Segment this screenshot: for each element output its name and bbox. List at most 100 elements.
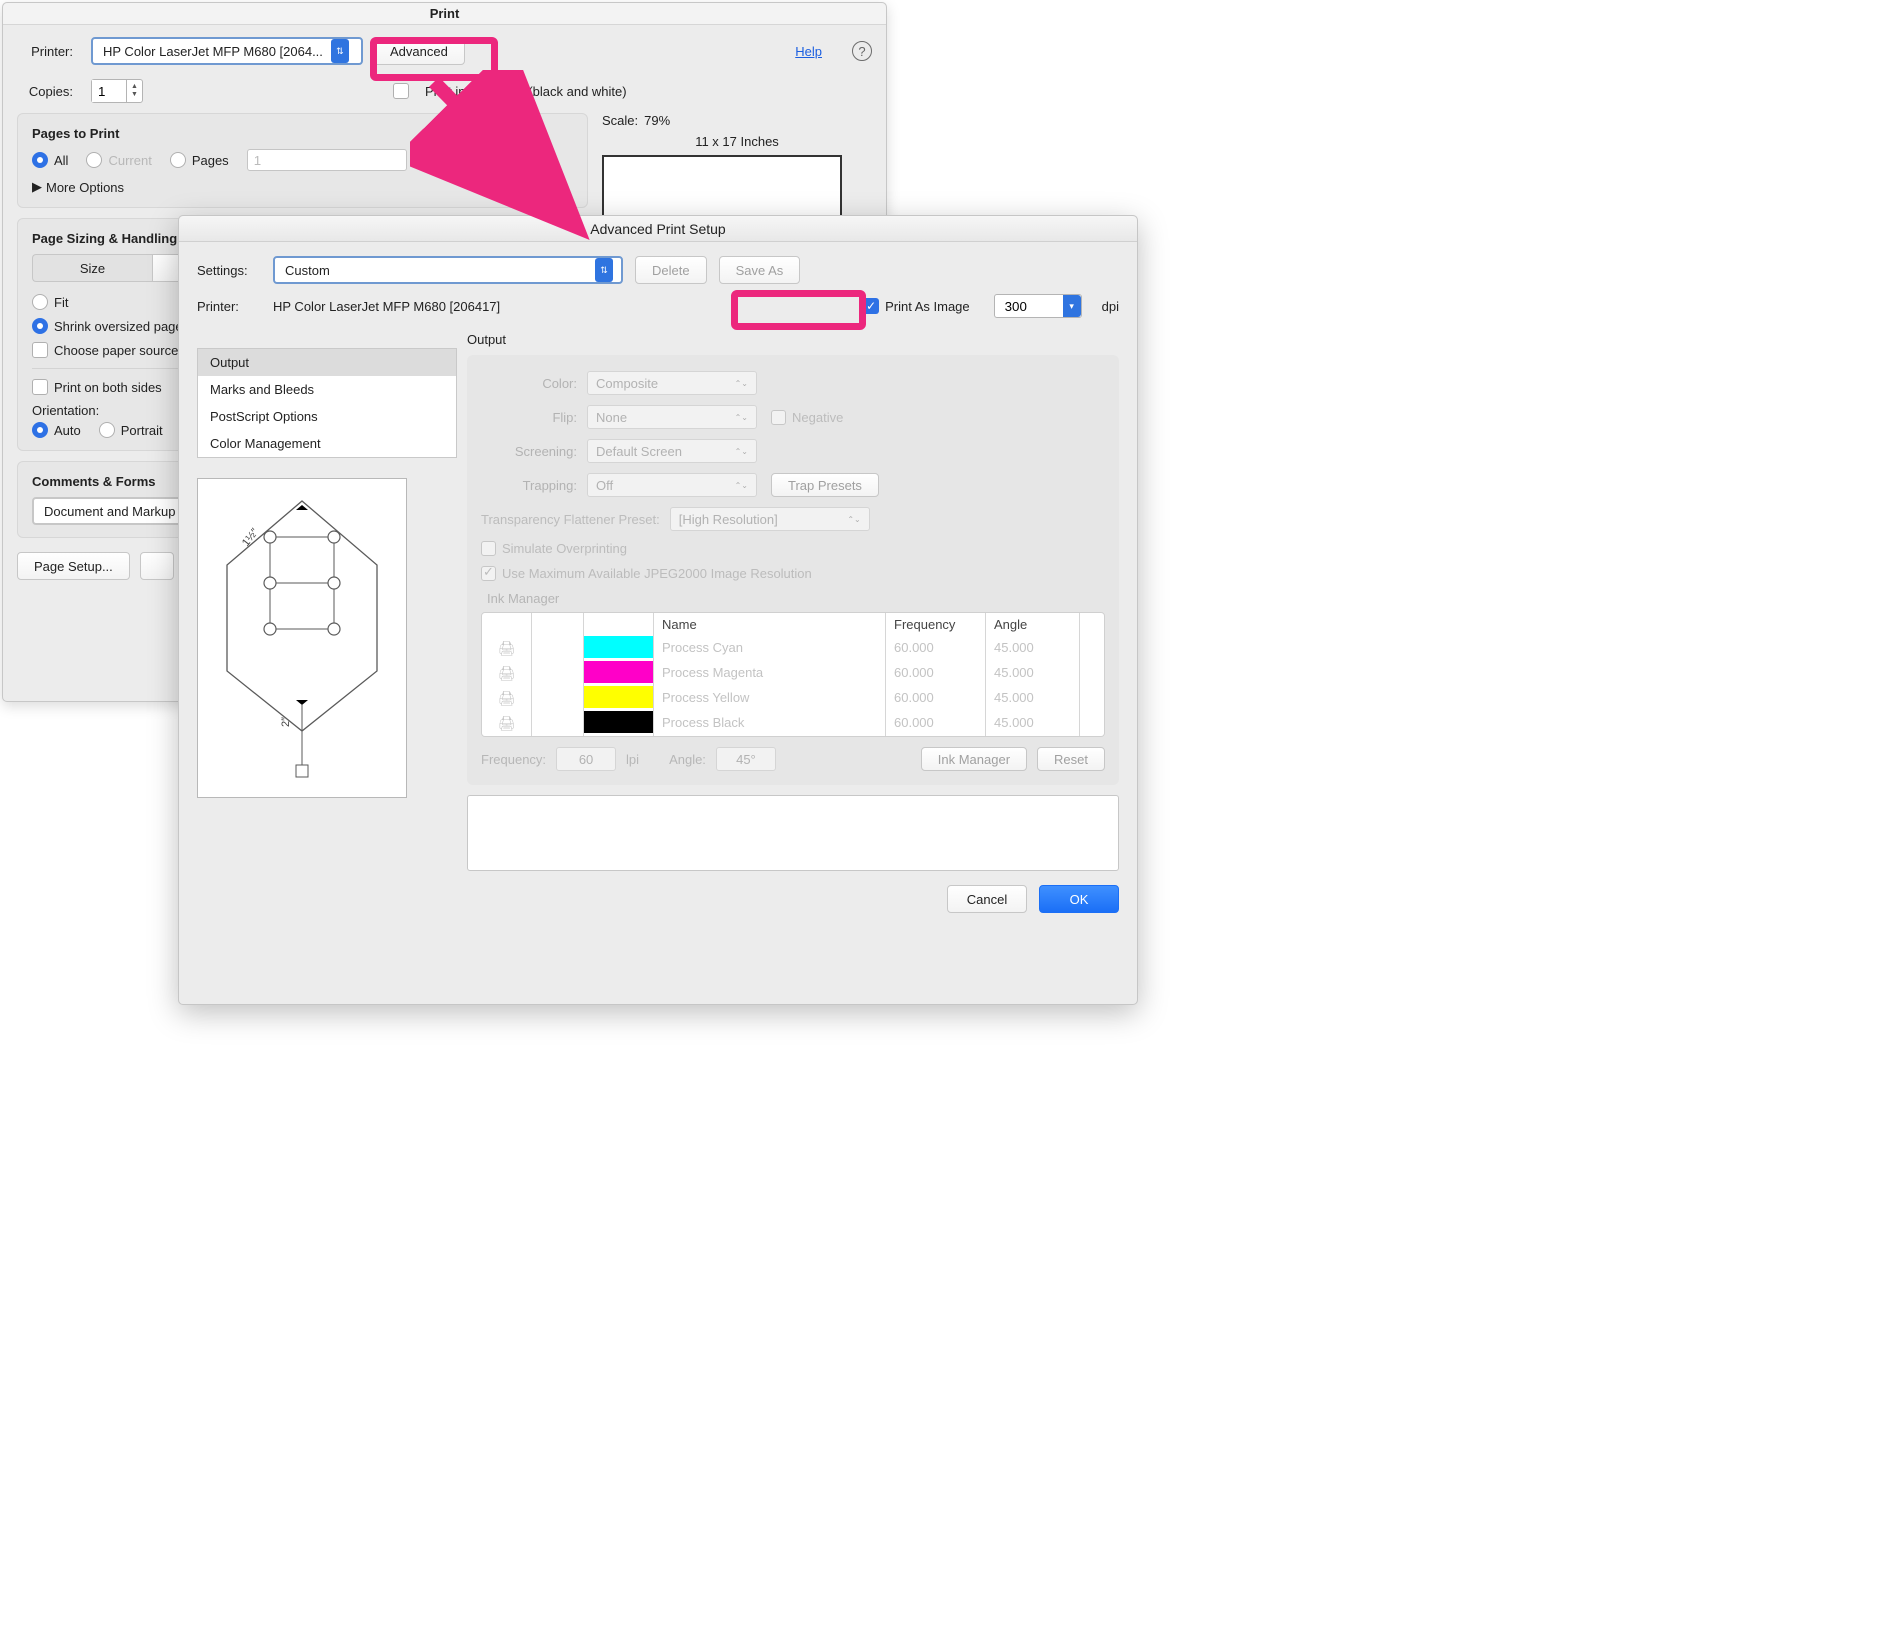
lpi-label: lpi bbox=[626, 752, 639, 767]
dpi-select[interactable]: ▾ bbox=[994, 294, 1082, 318]
ink-name: Process Magenta bbox=[654, 661, 886, 686]
disclosure-icon[interactable]: ▶ bbox=[32, 179, 42, 195]
reset-button[interactable]: Reset bbox=[1037, 747, 1105, 771]
cancel-button[interactable]: Cancel bbox=[947, 885, 1027, 913]
ink-angle: 45.000 bbox=[986, 686, 1080, 711]
adv-printer-label: Printer: bbox=[197, 299, 261, 314]
tfp-select[interactable]: [High Resolution]⌃⌄ bbox=[670, 507, 870, 531]
adv-printer-value: HP Color LaserJet MFP M680 [206417] bbox=[273, 299, 500, 314]
print-as-image-label: Print As Image bbox=[885, 299, 970, 314]
screening-label: Screening: bbox=[481, 444, 577, 459]
comments-select[interactable]: Document and Markup bbox=[32, 497, 202, 525]
sidebar-item[interactable]: PostScript Options bbox=[198, 403, 456, 430]
annotation-arrow bbox=[410, 70, 610, 250]
copies-stepper[interactable]: ▲▼ bbox=[91, 79, 143, 103]
foot-angle-input[interactable]: 45° bbox=[716, 747, 776, 771]
output-title: Output bbox=[467, 332, 1119, 347]
svg-text:2″: 2″ bbox=[280, 717, 292, 727]
tfp-label: Transparency Flattener Preset: bbox=[481, 512, 660, 527]
negative-label: Negative bbox=[792, 410, 843, 425]
more-options[interactable]: More Options bbox=[46, 180, 124, 195]
printer-label: Printer: bbox=[17, 44, 73, 59]
chevron-down-icon: ▾ bbox=[1063, 295, 1081, 317]
advanced-title: Advanced Print Setup bbox=[179, 216, 1137, 242]
scale-value: 79% bbox=[644, 113, 670, 128]
color-label: Color: bbox=[481, 376, 577, 391]
category-list: OutputMarks and BleedsPostScript Options… bbox=[197, 348, 457, 458]
extra-button[interactable] bbox=[140, 552, 174, 580]
help-link[interactable]: Help bbox=[795, 44, 822, 59]
sidebar-item[interactable]: Marks and Bleeds bbox=[198, 376, 456, 403]
advanced-button[interactable]: Advanced bbox=[373, 37, 465, 65]
svg-text:1½″: 1½″ bbox=[240, 526, 261, 549]
color-select[interactable]: Composite⌃⌄ bbox=[587, 371, 757, 395]
page-setup-button[interactable]: Page Setup... bbox=[17, 552, 130, 580]
ok-button[interactable]: OK bbox=[1039, 885, 1119, 913]
sidebar-item[interactable]: Color Management bbox=[198, 430, 456, 457]
radio-auto[interactable] bbox=[32, 422, 48, 438]
radio-fit[interactable] bbox=[32, 294, 48, 310]
ink-name: Process Black bbox=[654, 711, 886, 736]
trap-presets-button[interactable]: Trap Presets bbox=[771, 473, 879, 497]
th-name: Name bbox=[654, 613, 886, 636]
print-title: Print bbox=[3, 3, 886, 25]
flip-select[interactable]: None⌃⌄ bbox=[587, 405, 757, 429]
flip-label: Flip: bbox=[481, 410, 577, 425]
pages-input[interactable] bbox=[247, 149, 407, 171]
foot-freq-input[interactable]: 60 bbox=[556, 747, 616, 771]
settings-select[interactable]: Custom ⇅ bbox=[273, 256, 623, 284]
print-as-image-checkbox[interactable]: ✓ bbox=[863, 298, 879, 314]
ink-row[interactable]: 🖨 Process Magenta60.00045.000 bbox=[482, 661, 1104, 686]
ink-table: Name Frequency Angle 🖨Process Cyan60.000… bbox=[481, 612, 1105, 737]
description-box bbox=[467, 795, 1119, 871]
paper-size: 11 x 17 Inches bbox=[602, 134, 872, 149]
ink-row[interactable]: 🖨 Process Black60.00045.000 bbox=[482, 711, 1104, 736]
ink-angle: 45.000 bbox=[986, 636, 1080, 661]
print-as-image-row: ✓ Print As Image bbox=[863, 298, 970, 314]
settings-label: Settings: bbox=[197, 263, 261, 278]
choose-source-checkbox[interactable] bbox=[32, 342, 48, 358]
overprint-checkbox[interactable] bbox=[481, 541, 496, 556]
th-angle: Angle bbox=[986, 613, 1080, 636]
ink-row[interactable]: 🖨Process Yellow60.00045.000 bbox=[482, 686, 1104, 711]
advanced-dialog: Advanced Print Setup Settings: Custom ⇅ … bbox=[178, 215, 1138, 1005]
ink-row[interactable]: 🖨Process Cyan60.00045.000 bbox=[482, 636, 1104, 661]
output-panel: Color: Composite⌃⌄ Flip: None⌃⌄ Negative… bbox=[467, 355, 1119, 785]
dpi-label: dpi bbox=[1102, 299, 1119, 314]
trapping-select[interactable]: Off⌃⌄ bbox=[587, 473, 757, 497]
radio-current[interactable] bbox=[86, 152, 102, 168]
negative-checkbox[interactable] bbox=[771, 410, 786, 425]
ink-angle: 45.000 bbox=[986, 661, 1080, 686]
ink-freq: 60.000 bbox=[886, 661, 986, 686]
radio-all[interactable] bbox=[32, 152, 48, 168]
radio-portrait[interactable] bbox=[99, 422, 115, 438]
printer-icon: 🖨 bbox=[482, 711, 532, 736]
printer-icon: 🖨 bbox=[482, 686, 532, 711]
printer-icon: 🖨 bbox=[482, 661, 532, 686]
both-sides-checkbox[interactable] bbox=[32, 379, 48, 395]
foot-freq-label: Frequency: bbox=[481, 752, 546, 767]
size-segment[interactable]: Size bbox=[32, 254, 152, 282]
screening-select[interactable]: Default Screen⌃⌄ bbox=[587, 439, 757, 463]
dpi-input[interactable] bbox=[1003, 295, 1063, 317]
grayscale-checkbox[interactable] bbox=[393, 83, 409, 99]
jpeg2000-checkbox[interactable] bbox=[481, 566, 496, 581]
ink-name: Process Yellow bbox=[654, 686, 886, 711]
page-thumbnail: 1½″ 2″ bbox=[197, 478, 407, 798]
saveas-button[interactable]: Save As bbox=[719, 256, 801, 284]
printer-select[interactable]: HP Color LaserJet MFP M680 [2064... ⇅ bbox=[91, 37, 363, 65]
ink-name: Process Cyan bbox=[654, 636, 886, 661]
sidebar-item[interactable]: Output bbox=[198, 349, 456, 376]
printer-value: HP Color LaserJet MFP M680 [2064... bbox=[103, 44, 323, 59]
th-freq: Frequency bbox=[886, 613, 986, 636]
delete-button[interactable]: Delete bbox=[635, 256, 707, 284]
help-icon[interactable]: ? bbox=[852, 41, 872, 61]
ink-manager-button[interactable]: Ink Manager bbox=[921, 747, 1027, 771]
radio-pages[interactable] bbox=[170, 152, 186, 168]
radio-shrink[interactable] bbox=[32, 318, 48, 334]
ink-freq: 60.000 bbox=[886, 711, 986, 736]
ink-angle: 45.000 bbox=[986, 711, 1080, 736]
chevron-updown-icon: ⇅ bbox=[331, 39, 349, 63]
chevron-updown-icon: ⇅ bbox=[595, 258, 613, 282]
copies-input[interactable] bbox=[92, 80, 126, 102]
